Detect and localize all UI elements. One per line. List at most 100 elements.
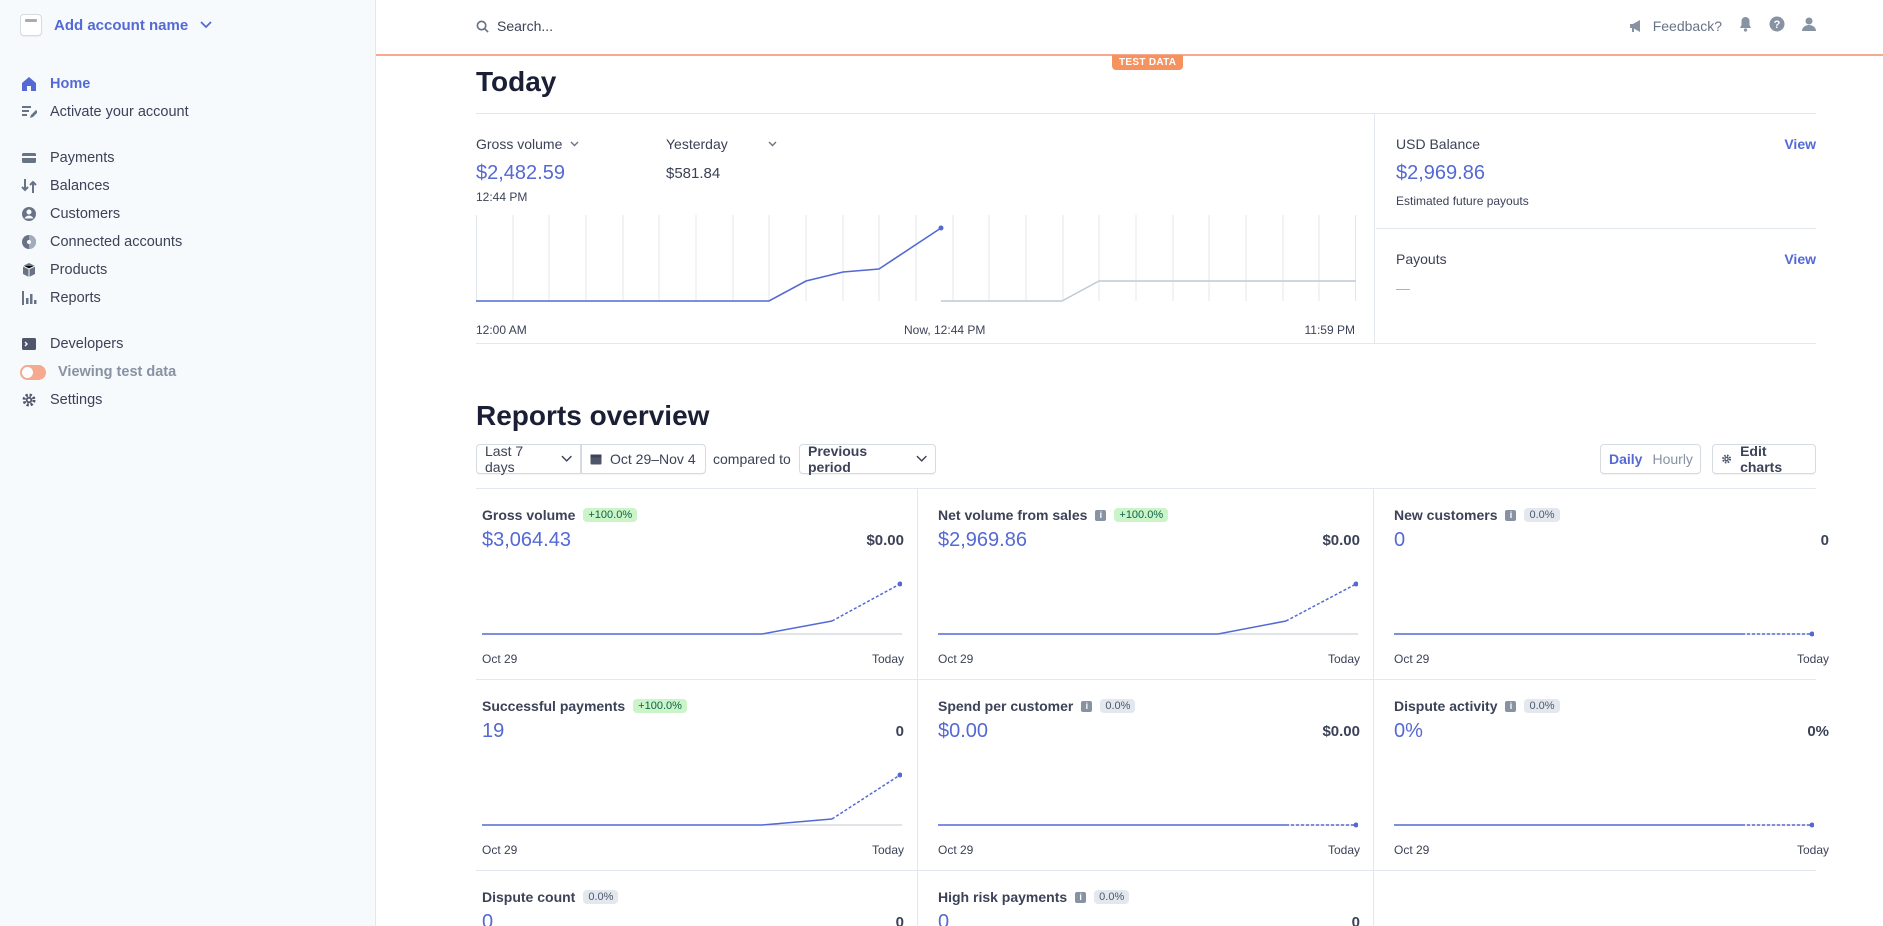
compared-to-label: compared to <box>713 451 791 467</box>
card-compare-value: 0% <box>1807 723 1829 740</box>
sidebar-item-balances[interactable]: Balances <box>20 174 110 198</box>
comparison-period-select[interactable]: Previous period <box>799 443 936 475</box>
card-compare-value: 0 <box>1820 532 1829 549</box>
granularity-toggle: Daily Hourly <box>1600 444 1701 474</box>
metric-label: Gross volume <box>476 136 563 152</box>
info-icon[interactable]: i <box>1081 700 1093 712</box>
sidebar-item-products[interactable]: Products <box>20 258 107 282</box>
change-badge: 0.0% <box>1100 699 1136 713</box>
card-title-row: Net volume from sales i +100.0% <box>938 507 1169 523</box>
sidebar-item-developers[interactable]: Developers <box>20 332 123 356</box>
customers-icon <box>20 205 38 223</box>
axis-start-label: 12:00 AM <box>476 323 527 337</box>
card-title-row: Gross volume +100.0% <box>482 507 638 523</box>
compare-selector[interactable]: Yesterday <box>666 136 777 152</box>
change-badge: +100.0% <box>633 699 687 713</box>
info-icon[interactable]: i <box>1095 509 1107 521</box>
info-icon[interactable]: i <box>1505 700 1517 712</box>
report-card-successful-payments[interactable]: Successful payments +100.0% 19 0 Oct 29 T… <box>476 680 923 871</box>
info-icon[interactable]: i <box>1505 509 1517 521</box>
sidebar: Add account name Home Activate your acco… <box>0 0 376 926</box>
today-chart-panel: Gross volume $2,482.59 12:44 PM Yesterda… <box>476 114 1375 343</box>
axis-end-label: 11:59 PM <box>1304 323 1355 337</box>
card-value: 19 <box>482 720 505 742</box>
axis-start-label: Oct 29 <box>1394 652 1430 666</box>
change-badge: +100.0% <box>1114 508 1169 522</box>
axis-start-label: Oct 29 <box>482 652 518 666</box>
card-title-row: Successful payments +100.0% <box>482 698 687 714</box>
edit-charts-button[interactable]: Edit charts <box>1712 443 1816 475</box>
report-card-high-risk-payments[interactable]: High risk payments i 0.0% 0 0 <box>932 871 1379 926</box>
date-range-label: Oct 29–Nov 4 <box>610 451 696 467</box>
axis-end-label: Today <box>1796 652 1829 666</box>
report-card-dispute-count[interactable]: Dispute count 0.0% 0 0 <box>476 871 923 926</box>
sidebar-item-customers[interactable]: Customers <box>20 202 120 226</box>
edit-list-icon <box>20 103 38 121</box>
metric-time: 12:44 PM <box>476 190 528 204</box>
report-card-net-volume[interactable]: Net volume from sales i +100.0% $2,969.86 … <box>932 489 1379 680</box>
chevron-down-icon <box>561 455 572 462</box>
range-select[interactable]: Last 7 days <box>476 443 581 475</box>
range-label: Last 7 days <box>485 443 524 475</box>
sidebar-item-label: Settings <box>50 392 103 408</box>
card-title: Spend per customer <box>938 698 1074 714</box>
terminal-icon <box>20 335 38 353</box>
axis-end-label: Today <box>871 843 904 857</box>
sparkline-chart <box>938 822 1358 828</box>
balance-view-link[interactable]: View <box>1784 136 1816 152</box>
sidebar-item-label: Customers <box>50 206 121 222</box>
sidebar-item-connected-accounts[interactable]: Connected accounts <box>20 230 182 254</box>
divider <box>1376 228 1816 229</box>
report-card-dispute-activity[interactable]: Dispute activity i 0.0% 0% 0% Oct 29 Today <box>1388 680 1835 871</box>
metric-selector[interactable]: Gross volume <box>476 136 579 152</box>
sidebar-item-test-data-toggle[interactable]: Viewing test data <box>20 360 176 384</box>
help-icon[interactable]: ? <box>1769 16 1785 35</box>
feedback-label: Feedback? <box>1652 17 1722 34</box>
metric-value: $2,482.59 <box>476 162 565 184</box>
chevron-down-icon <box>570 141 579 147</box>
home-icon <box>20 75 38 93</box>
date-range-picker[interactable]: Oct 29–Nov 4 <box>581 444 706 474</box>
card-value: 0% <box>1394 720 1423 742</box>
account-switcher[interactable]: Add account name <box>20 14 212 36</box>
top-actions: Feedback? ? <box>1629 16 1817 35</box>
feedback-button[interactable]: Feedback? <box>1629 18 1722 34</box>
sidebar-item-label: Products <box>50 262 108 278</box>
today-panel: Gross volume $2,482.59 12:44 PM Yesterda… <box>476 113 1816 344</box>
hourly-toggle[interactable]: Hourly <box>1652 451 1692 467</box>
sidebar-item-activate[interactable]: Activate your account <box>20 100 189 124</box>
daily-toggle[interactable]: Daily <box>1609 451 1642 467</box>
test-data-toggle[interactable] <box>20 364 46 380</box>
sidebar-item-settings[interactable]: Settings <box>20 388 102 412</box>
sidebar-item-payments[interactable]: Payments <box>20 146 114 170</box>
bell-icon[interactable] <box>1738 16 1753 35</box>
sidebar-item-reports[interactable]: Reports <box>20 286 101 310</box>
change-badge: 0.0% <box>1094 890 1130 904</box>
card-value: 0 <box>1394 529 1406 551</box>
report-card-spend-per-customer[interactable]: Spend per customer i 0.0% $0.00 $0.00 Oct … <box>932 680 1379 871</box>
card-compare-value: 0 <box>895 723 904 740</box>
card-title-row: Dispute count 0.0% <box>482 889 619 905</box>
user-avatar-icon[interactable] <box>1801 16 1817 35</box>
axis-now-label: Now, 12:44 PM <box>904 323 986 337</box>
sparkline-chart <box>482 772 902 826</box>
card-title-row: Spend per customer i 0.0% <box>938 698 1136 714</box>
card-compare-value: $0.00 <box>1322 723 1360 740</box>
search-input[interactable]: Search... <box>476 18 553 34</box>
card-value: $0.00 <box>938 720 989 742</box>
info-icon[interactable]: i <box>1075 891 1087 903</box>
report-card-gross-volume[interactable]: Gross volume +100.0% $3,064.43 $0.00 Oct … <box>476 489 923 680</box>
card-title: Dispute activity <box>1394 698 1498 714</box>
payouts-view-link[interactable]: View <box>1784 251 1816 267</box>
axis-end-label: Today <box>871 652 904 666</box>
axis-start-label: Oct 29 <box>938 652 974 666</box>
report-card-new-customers[interactable]: New customers i 0.0% 0 0 Oct 29 Today <box>1388 489 1835 680</box>
page-title: Today <box>476 66 557 97</box>
sidebar-item-home[interactable]: Home <box>20 72 90 96</box>
axis-start-label: Oct 29 <box>1394 843 1430 857</box>
card-title: Dispute count <box>482 889 576 905</box>
payments-icon <box>20 149 38 167</box>
card-title-row: High risk payments i 0.0% <box>938 889 1130 905</box>
card-title: Successful payments <box>482 698 626 714</box>
axis-end-label: Today <box>1796 843 1829 857</box>
